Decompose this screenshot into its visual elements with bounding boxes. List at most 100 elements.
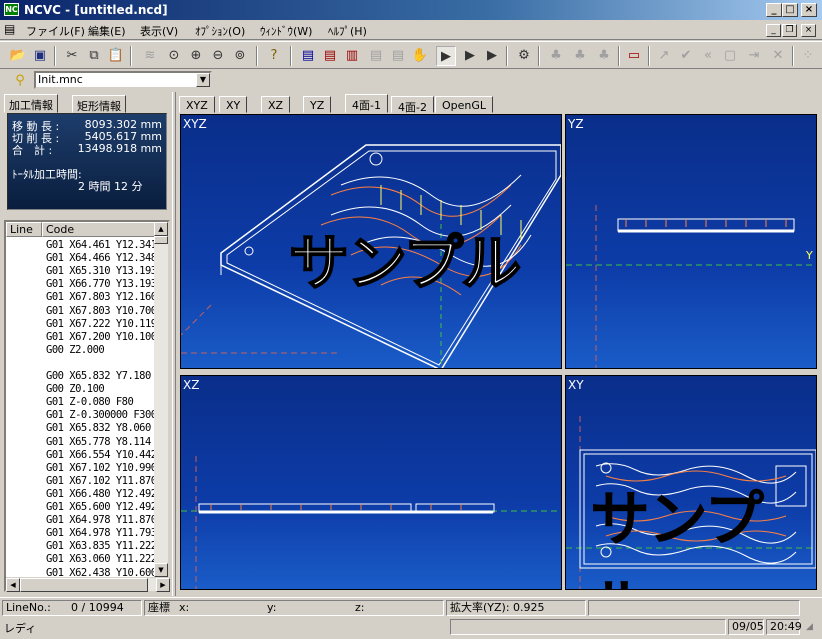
tab-yz[interactable]: YZ — [303, 96, 332, 113]
title-bar[interactable]: NC NCVC - [untitled.ncd] _ □ × — [0, 0, 822, 20]
code-row[interactable]: G00 Z0.100 — [46, 383, 105, 396]
document-icon[interactable]: ▤ — [4, 22, 15, 36]
code-list[interactable]: Line Code G01 X64.461 Y12.341 G01 X64.466… — [4, 220, 170, 592]
code-row[interactable]: G00 Z2.000 — [46, 344, 105, 357]
scroll-thumb[interactable] — [154, 236, 168, 244]
code-row[interactable]: G01 X65.310 Y13.193 — [46, 265, 157, 278]
zoom-out-icon[interactable]: ⊖ — [208, 46, 228, 66]
code-row[interactable]: G01 X64.978 Y11.870 — [46, 514, 157, 527]
col-header-code[interactable]: Code — [42, 222, 156, 237]
tool-b-icon[interactable]: ♣ — [570, 46, 590, 66]
hscroll-thumb[interactable] — [20, 578, 148, 592]
trace-list-icon[interactable]: ▤ — [366, 46, 386, 66]
code-row[interactable]: G01 X67.803 Y10.700 — [46, 305, 157, 318]
code-row[interactable]: G01 X64.978 Y11.793 — [46, 527, 157, 540]
close-button[interactable]: × — [801, 3, 817, 17]
code-row[interactable]: G01 X65.832 Y8.060 F — [46, 422, 163, 435]
tab-xy[interactable]: XY — [219, 96, 248, 113]
code-row[interactable]: G01 X66.480 Y12.492 — [46, 488, 157, 501]
horizontal-scrollbar[interactable]: ◀ ▶ — [6, 577, 170, 592]
zoom-prev-icon[interactable]: ⊚ — [230, 46, 250, 66]
tab-xyz[interactable]: XYZ — [179, 96, 215, 113]
code-row[interactable]: G01 X66.770 Y13.193 — [46, 278, 157, 291]
code-row[interactable]: G01 Z-0.300000 F300 — [46, 409, 157, 422]
machine-file-combo[interactable]: Init.mnc ▼ — [34, 71, 212, 89]
status-ready: レディ — [4, 622, 37, 635]
machine-icon[interactable]: ⚲ — [10, 71, 30, 91]
diagonal-icon[interactable]: ↗ — [654, 46, 674, 66]
view-pane-yz[interactable]: YZ Y — [565, 114, 817, 369]
resize-grip-icon[interactable]: ◢ — [806, 622, 813, 632]
tool-c-icon[interactable]: ♣ — [594, 46, 614, 66]
help-icon[interactable]: ? — [264, 46, 284, 66]
minimize-button[interactable]: _ — [766, 3, 782, 17]
zoom-fit-icon[interactable]: ⊙ — [164, 46, 184, 66]
vertical-scrollbar[interactable]: ▲ ▼ — [154, 222, 168, 577]
code-row[interactable]: G01 X65.778 Y8.114 F — [46, 436, 163, 449]
trace-cut-icon[interactable]: ▤ — [320, 46, 340, 66]
tab-process-info[interactable]: 加工情報 — [4, 94, 58, 113]
menu-window[interactable]: ｳｨﾝﾄﾞｳ(W) — [260, 23, 312, 39]
grid-icon[interactable]: ⁘ — [798, 46, 818, 66]
code-row[interactable]: G01 X67.200 Y10.100 — [46, 331, 157, 344]
maximize-button[interactable]: □ — [782, 3, 798, 17]
mdi-minimize-button[interactable]: _ — [766, 24, 781, 37]
tool-a-icon[interactable]: ♣ — [546, 46, 566, 66]
code-row[interactable]: G01 X67.803 Y12.160 — [46, 291, 157, 304]
menu-help[interactable]: ﾍﾙﾌﾟ(H) — [328, 23, 367, 39]
scroll-right-icon[interactable]: ▶ — [156, 578, 170, 592]
scroll-down-icon[interactable]: ▼ — [154, 563, 168, 577]
delete-icon[interactable]: ✕ — [768, 46, 788, 66]
check-icon[interactable]: ✔ — [676, 46, 696, 66]
trace-list2-icon[interactable]: ▤ — [388, 46, 408, 66]
mdi-close-button[interactable]: × — [801, 24, 816, 37]
monitor-icon[interactable]: ▭ — [624, 46, 644, 66]
menu-file[interactable]: ファイル(F) — [26, 23, 85, 39]
trace-icon[interactable]: ▤ — [298, 46, 318, 66]
code-row[interactable]: G01 Z-0.080 F80 — [46, 396, 134, 409]
play-step-icon[interactable]: ▶ — [436, 46, 456, 66]
tab-4view-2[interactable]: 4面-2 — [391, 96, 434, 114]
tab-opengl[interactable]: OpenGL — [435, 96, 494, 113]
code-row[interactable]: G01 X67.102 Y10.990 — [46, 462, 157, 475]
hand-icon[interactable]: ✋ — [410, 46, 430, 66]
tab-4view-1[interactable]: 4面-1 — [345, 94, 388, 113]
tab-rect-info[interactable]: 矩形情報 — [72, 95, 126, 113]
view-pane-xz[interactable]: XZ — [180, 375, 562, 590]
menu-edit[interactable]: 編集(E) — [88, 23, 126, 39]
settings-icon[interactable]: ⚙ — [514, 46, 534, 66]
scroll-left-icon[interactable]: ◀ — [6, 578, 20, 592]
trace-stop-icon[interactable]: ▥ — [342, 46, 362, 66]
run-icon[interactable]: ▶ — [482, 46, 502, 66]
paste-icon[interactable]: 📋 — [106, 46, 126, 66]
copy-icon[interactable]: ⧉ — [84, 46, 104, 66]
open-icon[interactable]: 📂 — [8, 46, 28, 66]
code-row[interactable]: G01 X67.102 Y11.870 — [46, 475, 157, 488]
tab-xz[interactable]: XZ — [261, 96, 291, 113]
splitter[interactable] — [172, 92, 176, 596]
save-icon[interactable]: ▣ — [30, 46, 50, 66]
layer-icon[interactable]: ≋ — [140, 46, 160, 66]
scroll-up-icon[interactable]: ▲ — [154, 222, 168, 236]
export-icon[interactable]: ⇥ — [744, 46, 764, 66]
code-row[interactable]: G01 X63.835 Y11.222 — [46, 540, 157, 553]
code-row[interactable]: G01 X64.466 Y12.348 — [46, 252, 157, 265]
code-row[interactable]: G01 X66.554 Y10.442 — [46, 449, 157, 462]
mdi-restore-button[interactable]: ❐ — [782, 24, 797, 37]
menu-view[interactable]: 表示(V) — [140, 23, 178, 39]
code-row[interactable]: G01 X63.060 Y11.222 — [46, 553, 157, 566]
zoom-in-icon[interactable]: ⊕ — [186, 46, 206, 66]
code-row[interactable]: G01 X65.600 Y12.492 — [46, 501, 157, 514]
rewind-icon[interactable]: « — [698, 46, 718, 66]
cut-icon[interactable]: ✂ — [62, 46, 82, 66]
square-icon[interactable]: ▢ — [720, 46, 740, 66]
view-pane-xy[interactable]: XY サンプル — [565, 375, 817, 590]
chevron-down-icon[interactable]: ▼ — [196, 73, 210, 87]
play-icon[interactable]: ▶ — [460, 46, 480, 66]
code-row[interactable]: G00 X65.832 Y7.180 — [46, 370, 151, 383]
view-pane-xyz[interactable]: XYZ サンプル — [180, 114, 562, 369]
code-row[interactable]: G01 X64.461 Y12.341 — [46, 239, 157, 252]
code-row[interactable]: G01 X67.222 Y10.119 — [46, 318, 157, 331]
menu-options[interactable]: ｵﾌﾟｼｮﾝ(O) — [195, 23, 245, 39]
col-header-line[interactable]: Line — [6, 222, 42, 237]
